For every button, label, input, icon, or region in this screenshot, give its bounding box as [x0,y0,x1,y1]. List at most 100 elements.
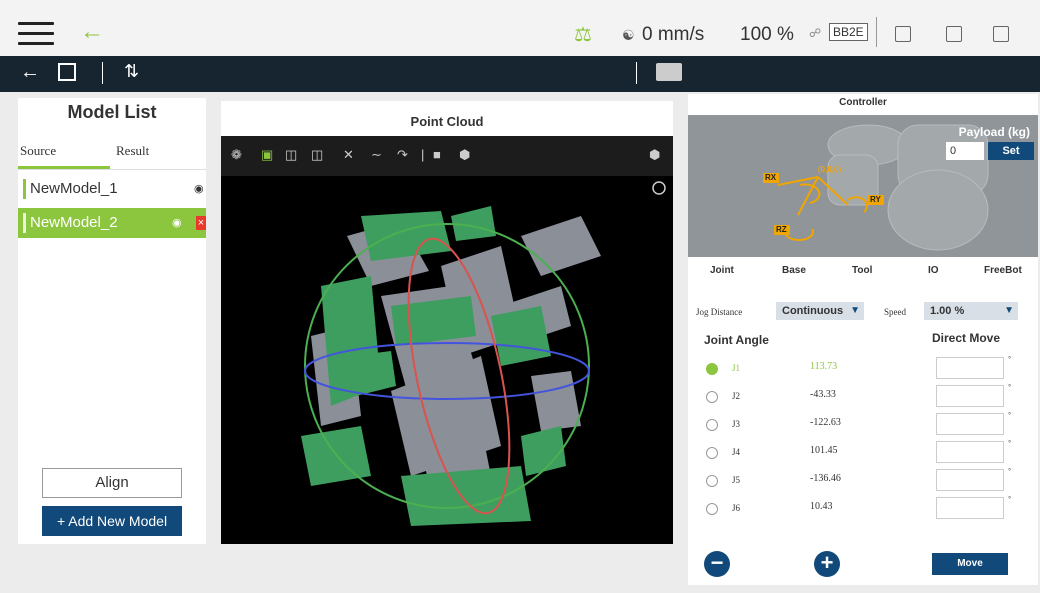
chevron-down-icon: ▼ [1004,305,1014,316]
delete-icon[interactable]: × [196,216,206,230]
joint-value: -43.33 [810,389,836,400]
copy-icon[interactable]: ◫ [311,147,323,163]
info-icon[interactable] [946,26,962,42]
payload-set-button[interactable]: Set [988,142,1034,160]
degree-symbol: ° [1008,467,1012,476]
cube-icon[interactable]: ⬢ [459,147,470,163]
item-marker [23,213,26,233]
speed-readout: 0 mm/s [642,24,705,45]
tab-source[interactable]: Source [20,143,56,159]
joint-radio[interactable] [706,503,718,515]
payload-label: Payload (kg) [958,125,1030,139]
tab-joint[interactable]: Joint [710,265,734,276]
select-box-icon[interactable]: ▣ [261,147,273,163]
tab-result[interactable]: Result [116,143,149,159]
joint-value: 10.43 [810,501,833,512]
speed-select[interactable]: 1.00 % ▼ [924,302,1018,320]
point-size-icon[interactable]: ■ [433,147,441,162]
redo-icon[interactable]: ↷ [397,147,408,163]
jog-plus-button[interactable]: + [814,551,840,577]
joint-row: J4 101.45 ° [688,439,1038,467]
joint-radio[interactable] [706,391,718,403]
joint-row: J1 113.73 ° [688,355,1038,383]
direct-move-input[interactable] [936,413,1004,435]
jog-minus-button[interactable]: − [704,551,730,577]
joint-radio[interactable] [706,363,718,375]
joint-name: J3 [732,419,741,429]
joint-value: -136.46 [810,473,841,484]
source-result-tabs: Source Result [18,138,206,170]
joint-name: J1 [732,363,741,373]
joint-name: J2 [732,391,741,401]
tab-tool[interactable]: Tool [852,265,872,276]
tab-base[interactable]: Base [782,265,806,276]
direct-move-input[interactable] [936,497,1004,519]
direct-move-input[interactable] [936,469,1004,491]
jog-distance-select[interactable]: Continuous ▼ [776,302,864,320]
back-icon[interactable]: ← [20,61,40,84]
direct-move-input[interactable] [936,441,1004,463]
direct-move-input[interactable] [936,357,1004,379]
joint-radio[interactable] [706,419,718,431]
top-bar: ← ⚖ ☯ 0 mm/s 100 % ☍ BB2E [0,0,1040,56]
add-new-model-button[interactable]: + Add New Model [42,506,182,536]
speed-label: Speed [884,307,906,317]
point-cloud-toolbar: ❁ ▣ ◫ ◫ ✕ ∼ ↷ | ■ ⬢ ⬢ [221,136,673,176]
chevron-down-icon: ▼ [850,305,860,316]
manual-book-icon[interactable] [656,63,682,81]
payload-input[interactable]: 0 [946,142,984,160]
back-arrow-icon[interactable]: ← [80,20,104,44]
speed-percent: 100 % [740,24,794,45]
panel-title: Model List [67,102,157,122]
joint-radio[interactable] [706,475,718,487]
link-icon: ☍ [809,26,822,40]
help-icon[interactable] [652,181,666,195]
smooth-icon[interactable]: ∼ [371,147,382,163]
direct-move-input[interactable] [936,385,1004,407]
jog-distance-label: Jog Distance [696,307,743,317]
display-icon[interactable] [895,26,911,42]
log-icon[interactable] [993,26,1009,42]
view-icon[interactable]: ⬢ [649,147,660,163]
joint-name: J5 [732,475,741,485]
joint-angle-title: Joint Angle [704,333,769,347]
direct-move-title: Direct Move [932,331,1001,345]
jog-settings-row: Jog Distance Continuous ▼ Speed 1.00 % ▼ [688,299,1038,325]
active-tab-indicator [18,166,110,169]
joint-radio[interactable] [706,447,718,459]
speed-value: 1.00 % [930,305,965,317]
model-name: NewModel_1 [30,180,118,197]
joint-row: J3 -122.63 ° [688,411,1038,439]
robot-status-icon: ⚖ [574,24,592,46]
settings-sliders-icon[interactable]: ⇅ [124,61,139,82]
save-icon[interactable] [58,63,76,81]
divider [876,17,877,47]
joint-value: 113.73 [810,361,838,372]
point-cloud-viewport[interactable] [221,176,673,544]
list-item[interactable]: NewModel_2 ◉ × [18,208,206,238]
align-button[interactable]: Align [42,468,182,498]
origin-label: (0,0,0) [818,165,842,174]
axis-ry-label: RY [870,195,881,204]
robot-illustration: RX RY RZ (0,0,0) Payload (kg) 0 Set [688,115,1038,257]
degree-symbol: ° [1008,411,1012,420]
degree-symbol: ° [1008,439,1012,448]
joint-row: J6 10.43 ° [688,495,1038,523]
remove-icon[interactable]: ✕ [343,147,354,163]
menu-icon[interactable] [18,22,54,52]
eye-icon[interactable]: ◉ [194,174,204,204]
divider [636,62,637,84]
joint-name: J6 [732,503,741,513]
tab-freebot[interactable]: FreeBot [984,265,1022,276]
move-button[interactable]: Move [932,553,1008,575]
pick-icon[interactable]: ❁ [231,147,242,163]
joint-name: J4 [732,447,741,457]
point-cloud-panel: Point Cloud ❁ ▣ ◫ ◫ ✕ ∼ ↷ | ■ ⬢ ⬢ [221,101,673,544]
crop-icon[interactable]: ◫ [285,147,297,163]
tab-io[interactable]: IO [928,265,939,276]
joint-row: J5 -136.46 ° [688,467,1038,495]
point-cloud-render [301,181,666,526]
eye-icon[interactable]: ◉ [172,208,182,238]
list-item[interactable]: NewModel_1 ◉ [18,174,206,204]
axis-rx-label: RX [765,173,777,182]
